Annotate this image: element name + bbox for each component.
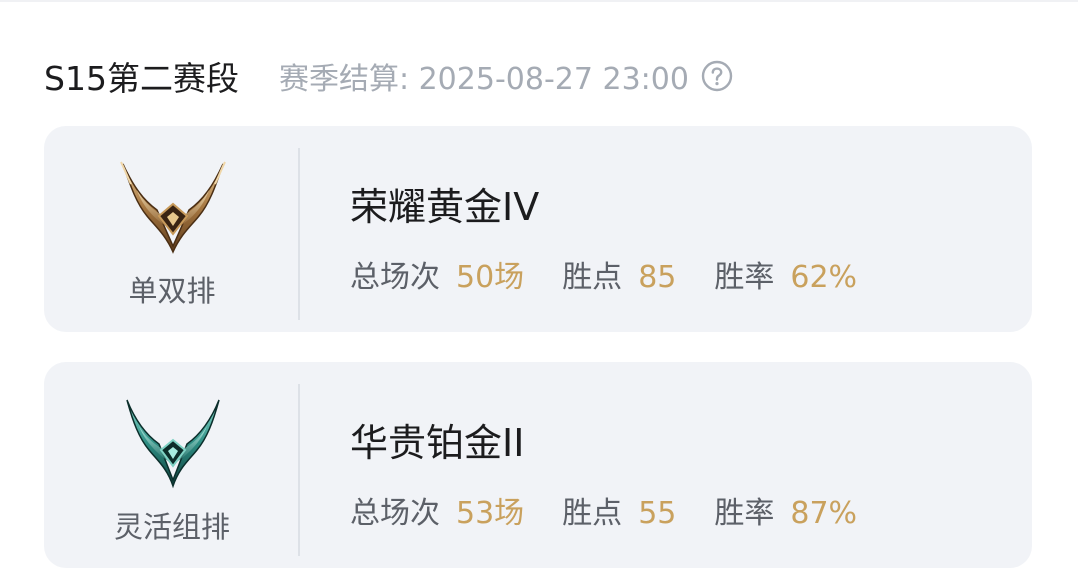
platinum-rank-emblem-icon xyxy=(117,396,229,492)
winrate-label: 胜率 xyxy=(714,260,775,295)
rank-card-solo-duo[interactable]: 单双排 荣耀黄金IV 总场次 50场 胜点 85 胜率 62% xyxy=(44,126,1032,332)
rank-tier: 荣耀黄金IV xyxy=(350,185,540,229)
winrate-value: 62% xyxy=(790,260,858,295)
winrate-value: 87% xyxy=(790,496,858,531)
season-header: S15第二赛段 赛季结算: 2025-08-27 23:00 xyxy=(44,52,733,100)
winrate-label: 胜率 xyxy=(714,496,775,531)
games-value: 53场 xyxy=(456,496,525,531)
gold-rank-emblem-icon xyxy=(117,160,229,256)
queue-label: 灵活组排 xyxy=(113,510,230,544)
games-value: 50场 xyxy=(456,260,525,295)
games-label: 总场次 xyxy=(350,496,440,531)
stats-row: 总场次 50场 胜点 85 胜率 62% xyxy=(350,252,857,296)
lp-value: 85 xyxy=(638,260,677,295)
lp-label: 胜点 xyxy=(562,260,623,295)
queue-label: 单双排 xyxy=(128,274,216,308)
season-title: S15第二赛段 xyxy=(44,59,239,98)
lp-label: 胜点 xyxy=(562,496,623,531)
lp-value: 55 xyxy=(638,496,677,531)
question-circle-icon[interactable] xyxy=(701,60,733,92)
settlement-time: 赛季结算: 2025-08-27 23:00 xyxy=(278,62,689,97)
games-label: 总场次 xyxy=(350,260,440,295)
top-divider xyxy=(0,0,1078,2)
queue-section: 灵活组排 xyxy=(44,362,300,568)
stats-row: 总场次 53场 胜点 55 胜率 87% xyxy=(350,488,857,532)
card-divider xyxy=(298,148,300,320)
queue-section: 单双排 xyxy=(44,126,300,332)
rank-tier: 华贵铂金II xyxy=(350,421,525,465)
card-divider xyxy=(298,384,300,556)
rank-card-flex[interactable]: 灵活组排 华贵铂金II 总场次 53场 胜点 55 胜率 87% xyxy=(44,362,1032,568)
